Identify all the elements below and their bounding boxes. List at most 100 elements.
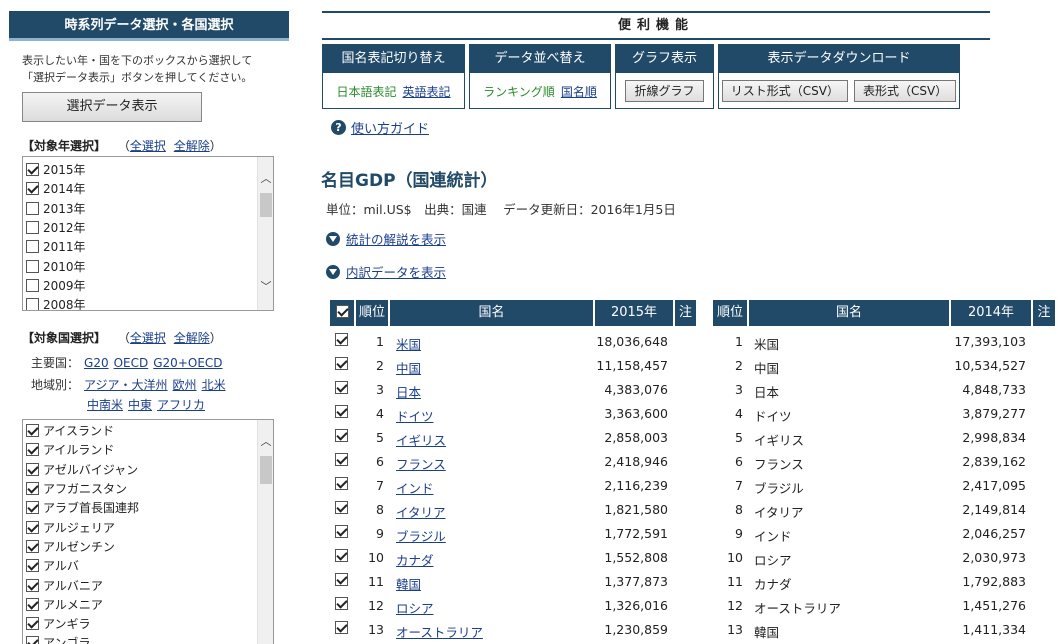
- country-checkbox[interactable]: [26, 578, 39, 592]
- country-checkbox[interactable]: [26, 482, 39, 496]
- country-checkbox[interactable]: [26, 559, 39, 573]
- country-checkbox[interactable]: [26, 636, 39, 644]
- country-checkbox[interactable]: [26, 424, 39, 438]
- filter-asia-link[interactable]: アジア・大洋州: [84, 378, 168, 392]
- filter-g20-oecd-link[interactable]: G20+OECD: [153, 356, 222, 370]
- usage-guide-link[interactable]: 使い方ガイド: [351, 118, 429, 137]
- filter-europe-link[interactable]: 欧州: [173, 378, 197, 392]
- country-option[interactable]: アンギラ: [23, 614, 273, 633]
- filter-oecd-link[interactable]: OECD: [114, 356, 149, 370]
- country-option[interactable]: アイルランド: [23, 440, 273, 459]
- english-notation-link[interactable]: 英語表記: [403, 83, 451, 100]
- year-checkbox[interactable]: [26, 163, 39, 177]
- country-checkbox[interactable]: [26, 520, 39, 534]
- country-link-a[interactable]: 米国: [396, 334, 421, 353]
- year-checkbox[interactable]: [26, 221, 39, 235]
- country-option[interactable]: アルバ: [23, 556, 273, 575]
- filter-africa-link[interactable]: アフリカ: [157, 398, 205, 412]
- country-link-a[interactable]: フランス: [396, 454, 446, 473]
- country-option[interactable]: アルメニア: [23, 595, 273, 614]
- year-clear-all-link[interactable]: 全解除: [174, 139, 210, 153]
- country-option[interactable]: アゼルバイジャン: [23, 460, 273, 479]
- row-checkbox[interactable]: [335, 621, 348, 634]
- year-checkbox[interactable]: [26, 182, 39, 196]
- filter-latin-america-link[interactable]: 中南米: [87, 398, 123, 412]
- country-link-a[interactable]: カナダ: [396, 550, 434, 569]
- country-checkbox[interactable]: [26, 539, 39, 553]
- year-checkbox[interactable]: [26, 201, 39, 215]
- country-scrollbar[interactable]: ︿: [257, 420, 273, 644]
- country-option[interactable]: アフガニスタン: [23, 479, 273, 498]
- row-checkbox[interactable]: [335, 453, 348, 466]
- year-checkbox[interactable]: [26, 278, 39, 292]
- country-clear-all-link[interactable]: 全解除: [174, 331, 210, 345]
- scroll-thumb[interactable]: [260, 456, 272, 484]
- country-link-a[interactable]: 日本: [396, 382, 421, 401]
- scroll-down-icon[interactable]: ﹀: [258, 279, 273, 295]
- row-checkbox[interactable]: [335, 429, 348, 442]
- csv-list-download-button[interactable]: リスト形式（CSV）: [721, 80, 848, 102]
- country-checkbox[interactable]: [26, 501, 39, 515]
- country-option[interactable]: アルバニア: [23, 575, 273, 594]
- row-checkbox[interactable]: [335, 549, 348, 562]
- line-graph-button[interactable]: 折線グラフ: [625, 80, 704, 102]
- scroll-up-icon[interactable]: ︿: [258, 434, 273, 450]
- country-option[interactable]: アルジェリア: [23, 517, 273, 536]
- row-checkbox[interactable]: [335, 405, 348, 418]
- country-link-a[interactable]: オーストラリア: [396, 622, 483, 641]
- country-link-a[interactable]: ブラジル: [396, 526, 446, 545]
- stats-explanation-link[interactable]: 統計の解説を表示: [346, 229, 446, 248]
- country-link-a[interactable]: イタリア: [396, 502, 446, 521]
- country-link-a[interactable]: インド: [396, 478, 434, 497]
- country-link-a[interactable]: イギリス: [396, 430, 446, 449]
- country-checkbox[interactable]: [26, 597, 39, 611]
- breakdown-link[interactable]: 内訳データを表示: [346, 262, 446, 281]
- expand-breakdown[interactable]: 内訳データを表示: [326, 262, 446, 281]
- year-option[interactable]: 2008年: [23, 295, 273, 310]
- year-option[interactable]: 2014年: [23, 179, 273, 198]
- row-checkbox[interactable]: [335, 333, 348, 346]
- name-order-link[interactable]: 国名順: [561, 83, 597, 100]
- year-checkbox[interactable]: [26, 259, 39, 273]
- country-checkbox[interactable]: [26, 443, 39, 457]
- country-select-all-link[interactable]: 全選択: [130, 331, 166, 345]
- row-checkbox[interactable]: [335, 525, 348, 538]
- scroll-thumb[interactable]: [260, 193, 272, 217]
- year-option[interactable]: 2010年: [23, 256, 273, 275]
- country-option[interactable]: アラブ首長国連邦: [23, 498, 273, 517]
- year-scrollbar[interactable]: ︿ ﹀: [257, 157, 273, 310]
- country-option[interactable]: アルゼンチン: [23, 537, 273, 556]
- row-checkbox[interactable]: [335, 477, 348, 490]
- select-all-checkbox[interactable]: [335, 305, 349, 318]
- year-option[interactable]: 2013年: [23, 199, 273, 218]
- country-link-a[interactable]: 中国: [396, 358, 421, 377]
- header-select-all[interactable]: [330, 300, 354, 326]
- country-option[interactable]: アイスランド: [23, 421, 273, 440]
- year-select-all-link[interactable]: 全選択: [130, 139, 166, 153]
- filter-g20-link[interactable]: G20: [84, 356, 109, 370]
- country-link-a[interactable]: ロシア: [396, 598, 434, 617]
- country-link-a[interactable]: ドイツ: [396, 406, 434, 425]
- year-option[interactable]: 2009年: [23, 276, 273, 295]
- year-option[interactable]: 2012年: [23, 218, 273, 237]
- row-checkbox[interactable]: [335, 573, 348, 586]
- show-selected-data-button[interactable]: 選択データ表示: [22, 92, 202, 122]
- filter-north-america-link[interactable]: 北米: [202, 378, 226, 392]
- country-link-a[interactable]: 韓国: [396, 574, 421, 593]
- country-checkbox[interactable]: [26, 617, 39, 631]
- row-checkbox[interactable]: [335, 381, 348, 394]
- country-listbox[interactable]: アイスランド アイルランド アゼルバイジャン アフガニスタン アラブ首長国連邦 アルジェリ…: [22, 419, 274, 644]
- csv-table-download-button[interactable]: 表形式（CSV）: [854, 80, 957, 102]
- country-checkbox[interactable]: [26, 462, 39, 476]
- row-checkbox[interactable]: [335, 597, 348, 610]
- scroll-up-icon[interactable]: ︿: [258, 171, 273, 187]
- year-option[interactable]: 2015年: [23, 160, 273, 179]
- usage-guide[interactable]: ? 使い方ガイド: [331, 118, 429, 137]
- year-option[interactable]: 2011年: [23, 237, 273, 256]
- filter-middle-east-link[interactable]: 中東: [128, 398, 152, 412]
- country-option[interactable]: アンゴラ: [23, 633, 273, 644]
- row-checkbox[interactable]: [335, 357, 348, 370]
- expand-stats-explanation[interactable]: 統計の解説を表示: [326, 229, 446, 248]
- year-checkbox[interactable]: [26, 298, 39, 310]
- year-listbox[interactable]: 2015年 2014年 2013年 2012年 2011年 2010年 2009年 2008年…: [22, 156, 274, 311]
